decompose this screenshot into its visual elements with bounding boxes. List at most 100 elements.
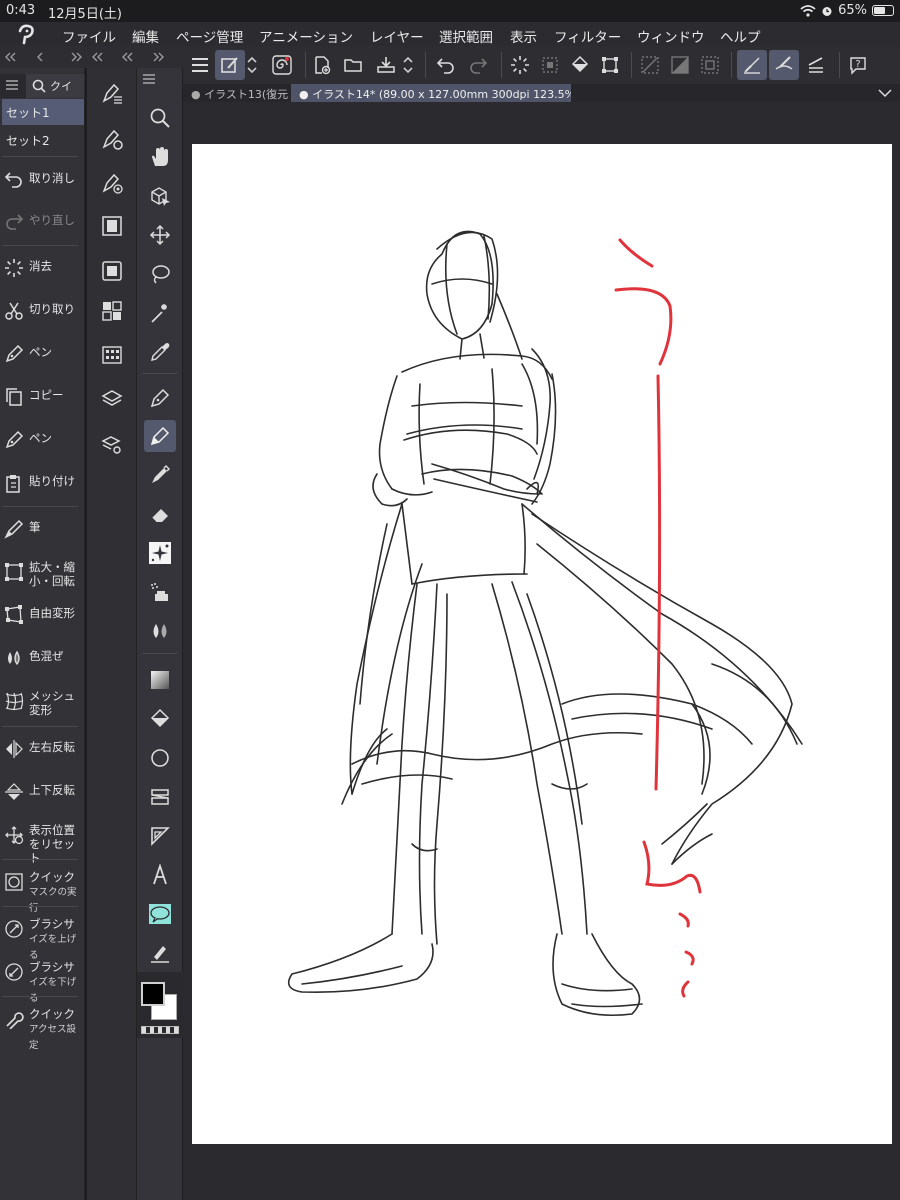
tool-zoom[interactable] [144, 102, 176, 134]
redo-command[interactable]: やり直し [0, 204, 80, 244]
menu-window[interactable]: ウィンドウ [637, 26, 705, 46]
panel-menu-icon[interactable] [6, 80, 18, 90]
canvas-paper[interactable] [192, 144, 892, 1144]
tool-decoration[interactable] [144, 537, 176, 569]
redo-button[interactable] [463, 50, 493, 80]
subtool-navigator[interactable] [99, 258, 125, 284]
flip-vertical-command[interactable]: 上下反転 [0, 774, 80, 814]
clear-command[interactable]: 消去 [0, 250, 80, 290]
free-transform-command[interactable]: 自由変形 [0, 597, 80, 637]
quick-access-settings-command[interactable]: クイック アクセス設定 [0, 1001, 80, 1051]
menu-filter[interactable]: フィルター [554, 26, 621, 46]
layer-search-icon [101, 436, 121, 454]
scale-rotate-command[interactable]: 拡大・縮 小・回転 [0, 554, 80, 594]
menu-help[interactable]: ヘルプ [720, 26, 761, 46]
help-button[interactable]: ? [843, 50, 873, 80]
subtool-layer[interactable] [99, 386, 125, 412]
tool-eraser[interactable] [144, 498, 176, 530]
hamburger-icon [192, 58, 208, 72]
undo-button[interactable] [431, 50, 461, 80]
copy-command[interactable]: コピー [0, 379, 80, 419]
brush-command[interactable]: 筆 [0, 511, 80, 551]
deselect-button[interactable] [635, 50, 665, 80]
tool-pen[interactable] [144, 382, 176, 414]
subtool-material[interactable] [99, 298, 125, 324]
collapse-arrows-icon[interactable] [2, 50, 182, 64]
tool-text[interactable] [144, 859, 176, 891]
subtool-layer-property[interactable] [99, 80, 125, 106]
pen-command-2[interactable]: ペン [0, 422, 80, 462]
subtool-color-set[interactable] [99, 342, 125, 368]
menu-layer[interactable]: レイヤー [370, 26, 424, 46]
save-button[interactable] [371, 50, 401, 80]
menu-selection[interactable]: 選択範囲 [439, 26, 493, 46]
reset-view-command[interactable]: 表示位置 をリセット [0, 817, 80, 865]
selection-border-button[interactable] [695, 50, 725, 80]
spiral-button[interactable] [267, 50, 297, 80]
reset-view-label-line2: をリセット [29, 837, 75, 865]
tool-gradient[interactable] [144, 664, 176, 696]
doc-tab-2[interactable]: ● イラスト14* (89.00 x 127.00mm 300dpi 123.5… [291, 84, 571, 102]
blend-command[interactable]: 色混ぜ [0, 640, 80, 680]
subtool-animation[interactable] [99, 213, 125, 239]
tool-lasso[interactable] [144, 258, 176, 290]
tool-panel-menu-icon[interactable] [143, 74, 155, 84]
mesh-transform-command[interactable]: メッシュ 変形 [0, 683, 80, 723]
quick-mask-command[interactable]: クイック マスクの実行 [0, 864, 80, 914]
updown-button-1[interactable] [243, 50, 261, 80]
tool-blend[interactable] [144, 615, 176, 647]
edit-menu-button[interactable] [215, 50, 245, 80]
paste-command[interactable]: 貼り付け [0, 465, 80, 505]
tool-correction-line[interactable] [144, 937, 176, 969]
menu-animation[interactable]: アニメーション [259, 26, 353, 46]
main-color-swatch[interactable] [141, 982, 165, 1006]
menu-file[interactable]: ファイル [62, 26, 116, 46]
tool-object[interactable] [144, 180, 176, 212]
menu-edit[interactable]: 編集 [132, 26, 159, 46]
clear-outside-button[interactable] [535, 50, 565, 80]
transparent-color-swatch[interactable] [141, 1026, 179, 1034]
invert-selection-button[interactable] [665, 50, 695, 80]
menu-page[interactable]: ページ管理 [176, 26, 243, 46]
ruler-snap-button[interactable] [737, 50, 767, 80]
transform-button[interactable] [595, 50, 625, 80]
tool-balloon[interactable] [144, 898, 176, 930]
tool-figure[interactable] [144, 742, 176, 774]
set-1-button[interactable]: セット1 [2, 99, 84, 125]
main-menu-button[interactable] [185, 50, 215, 80]
updown-button-2[interactable] [399, 50, 417, 80]
tool-eyedropper[interactable] [144, 336, 176, 368]
cut-command[interactable]: 切り取り [0, 293, 80, 333]
doc-tab-1[interactable]: ● イラスト13(復元) [183, 84, 289, 102]
pen-command-1[interactable]: ペン [0, 336, 80, 376]
tool-hand[interactable] [144, 141, 176, 173]
subtool-tool-property[interactable] [99, 126, 125, 152]
tool-magic-wand[interactable] [144, 297, 176, 329]
canvas-area[interactable] [183, 102, 900, 1200]
fill-button[interactable] [565, 50, 595, 80]
tool-brush[interactable] [144, 459, 176, 491]
undo-command[interactable]: 取り消し [0, 162, 80, 202]
tool-frame-border[interactable] [144, 781, 176, 813]
menu-view[interactable]: 表示 [510, 26, 537, 46]
tool-fill[interactable] [144, 703, 176, 735]
chevron-down-icon[interactable] [878, 88, 892, 98]
app-logo-icon[interactable] [14, 23, 40, 45]
special-ruler-snap-button[interactable] [769, 50, 799, 80]
tool-airbrush[interactable] [144, 576, 176, 608]
tool-move[interactable] [144, 219, 176, 251]
open-file-button[interactable] [339, 50, 369, 80]
quick-access-tab[interactable]: クイ [26, 74, 84, 98]
tool-pencil[interactable] [144, 420, 176, 452]
set-2-button[interactable]: セット2 [2, 127, 84, 153]
grid-snap-button[interactable] [801, 50, 831, 80]
new-file-button[interactable] [307, 50, 337, 80]
subtool-layer-search[interactable] [99, 432, 125, 458]
tool-ruler[interactable] [144, 820, 176, 852]
brush-size-up-command[interactable]: ブラシサ イズを上げる [0, 911, 80, 961]
subtool-brush-size[interactable] [99, 170, 125, 196]
clear-button[interactable] [505, 50, 535, 80]
brush-size-down-command[interactable]: ブラシサ イズを下げる [0, 954, 80, 1004]
flip-horizontal-command[interactable]: 左右反転 [0, 731, 80, 771]
separator [731, 52, 732, 78]
